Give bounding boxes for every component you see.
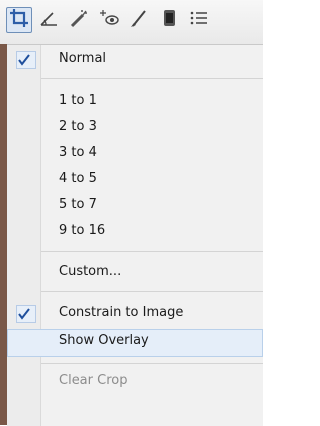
menu-separator [41,291,263,292]
menu-item-show-overlay[interactable]: Show Overlay [7,329,263,357]
brush-tool-button[interactable] [126,7,152,33]
menu-separator [41,363,263,364]
menu-item-label: 9 to 16 [59,223,106,238]
menu-item-label: Clear Crop [59,373,128,388]
menu-item-label: 4 to 5 [59,171,97,186]
menu-item-label: 2 to 3 [59,119,97,134]
red-eye-icon [98,7,120,33]
background-strip [0,44,7,425]
straighten-tool-button[interactable] [36,7,62,33]
more-tools-button[interactable] [186,7,212,33]
crop-icon [8,7,30,33]
crop-tool-button[interactable] [6,7,32,33]
straighten-icon [38,7,60,33]
graduated-filter-icon [158,7,180,33]
menu-item-4-to-5[interactable]: 4 to 5 [7,167,263,193]
menu-item-2-to-3[interactable]: 2 to 3 [7,115,263,141]
menu-item-1-to-1[interactable]: 1 to 1 [7,89,263,115]
menu-item-5-to-7[interactable]: 5 to 7 [7,193,263,219]
checkmark-icon [16,305,36,323]
menu-item-custom[interactable]: Custom... [7,260,263,286]
menu-item-constrain-to-image[interactable]: Constrain to Image [7,301,263,327]
retouch-tool-button[interactable] [66,7,92,33]
menu-item-label: 5 to 7 [59,197,97,212]
menu-item-normal[interactable]: Normal [7,47,263,73]
checkmark-icon [16,51,36,69]
brush-icon [128,7,150,33]
menu-item-9-to-16[interactable]: 9 to 16 [7,219,263,245]
menu-separator [41,78,263,79]
menu-item-3-to-4[interactable]: 3 to 4 [7,141,263,167]
graduated-filter-tool-button[interactable] [156,7,182,33]
crop-aspect-menu: Normal 1 to 1 2 to 3 3 to 4 4 to 5 5 to … [7,44,263,426]
red-eye-tool-button[interactable] [96,7,122,33]
menu-item-label: Normal [59,51,107,66]
menu-item-label: Constrain to Image [59,305,184,320]
menu-separator [41,251,263,252]
menu-item-label: 1 to 1 [59,93,97,108]
menu-item-label: Show Overlay [59,333,149,348]
toolbar [0,0,263,45]
retouch-icon [68,7,90,33]
menu-list-icon [188,7,210,33]
menu-item-clear-crop: Clear Crop [7,369,263,395]
menu-item-label: 3 to 4 [59,145,97,160]
menu-item-label: Custom... [59,264,122,279]
